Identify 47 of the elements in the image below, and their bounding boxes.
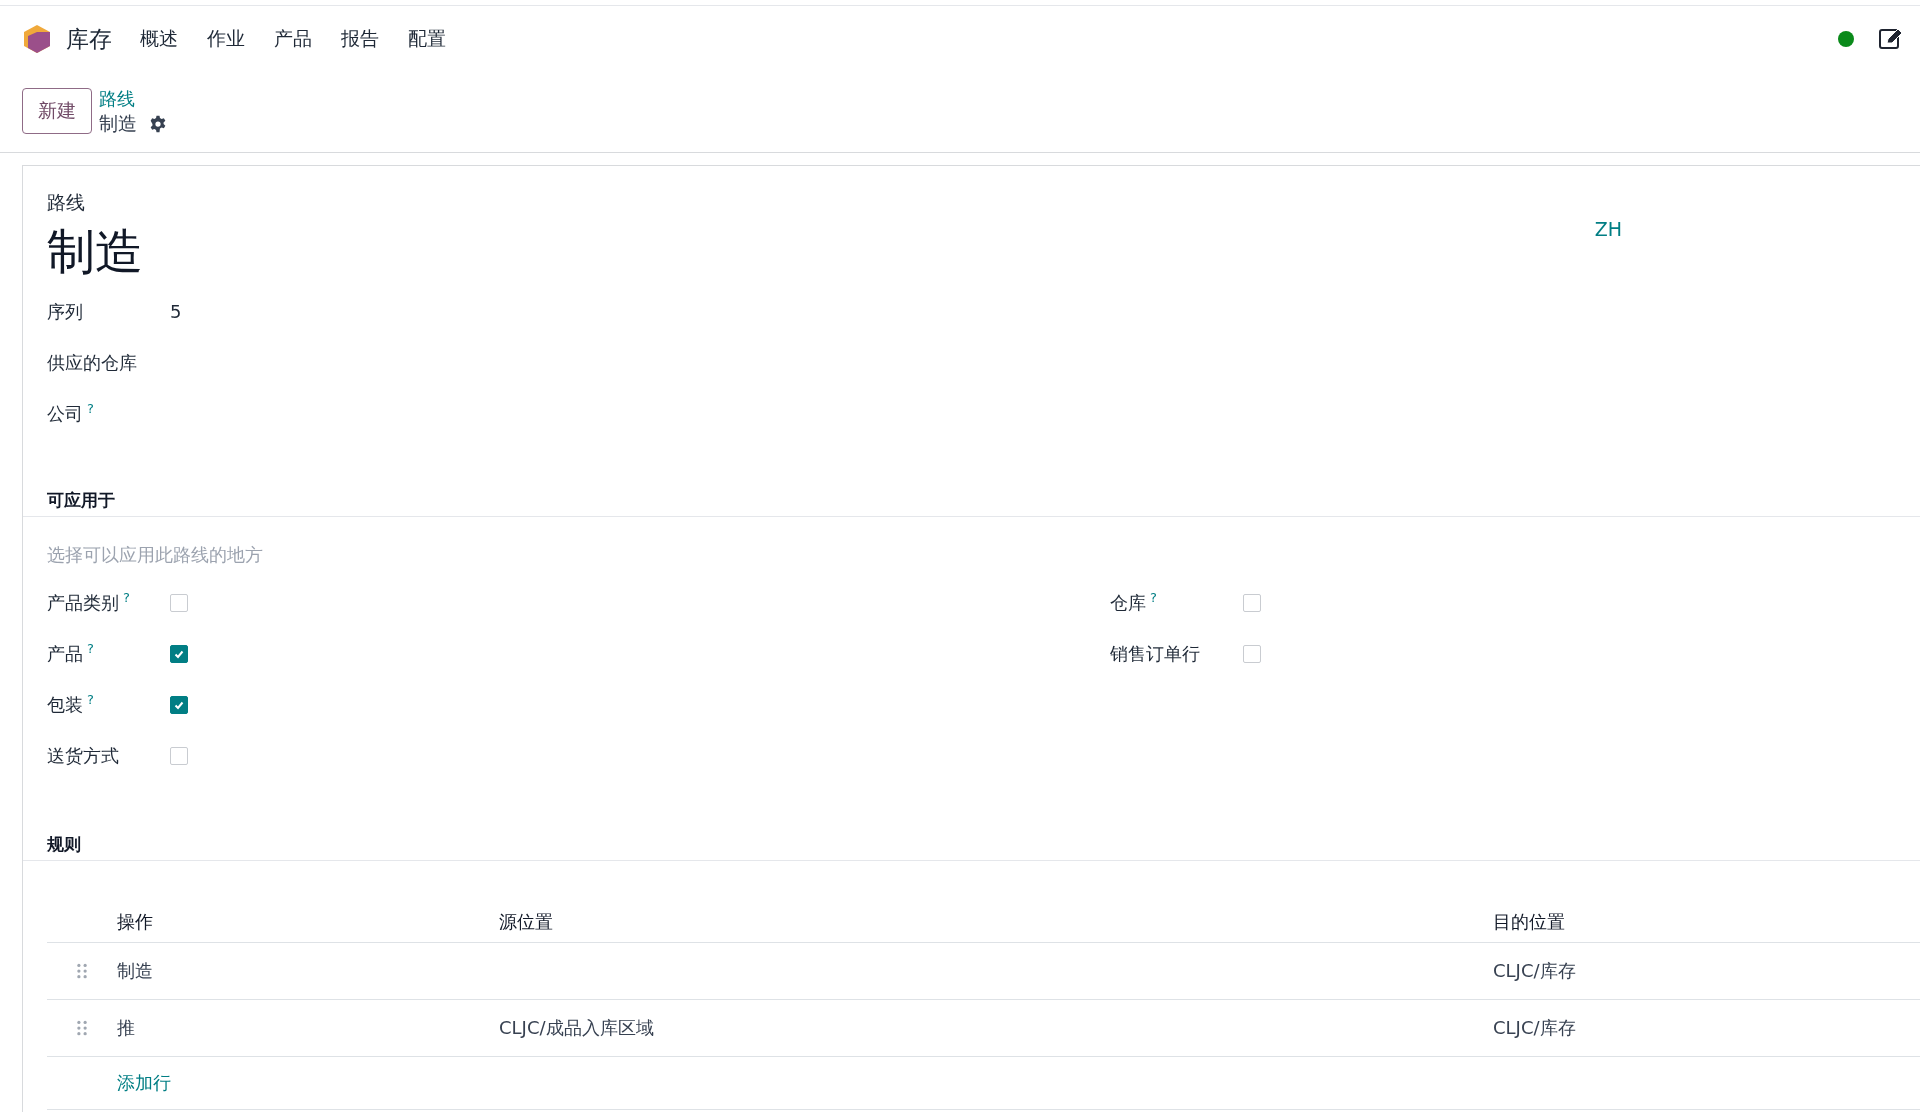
field-label: 供应的仓库 bbox=[47, 350, 137, 375]
drag-handle-icon[interactable] bbox=[77, 963, 87, 979]
drag-handle-icon[interactable] bbox=[77, 1020, 87, 1036]
table-cell: 制造 bbox=[117, 960, 153, 981]
help-tooltip[interactable]: ? bbox=[87, 641, 94, 655]
help-tooltip[interactable]: ? bbox=[1150, 590, 1157, 604]
table-cell: CLJC/成品入库区域 bbox=[499, 1017, 654, 1038]
new-button[interactable]: 新建 bbox=[22, 88, 92, 134]
record-name: 制造 bbox=[99, 111, 137, 136]
table-cell: CLJC/库存 bbox=[1493, 1017, 1576, 1038]
section-title: 可应用于 bbox=[23, 489, 1920, 517]
edit-icon[interactable] bbox=[1878, 27, 1904, 51]
menu-item[interactable]: 概述 bbox=[140, 26, 178, 52]
checkbox-label: 销售订单行 bbox=[1110, 641, 1200, 666]
table-cell: 推 bbox=[117, 1017, 135, 1038]
checkbox-label: 产品 bbox=[47, 641, 83, 666]
record-type-label: 路线 bbox=[47, 190, 86, 215]
section-hint: 选择可以应用此路线的地方 bbox=[46, 543, 264, 567]
language-link[interactable]: ZH bbox=[1594, 218, 1622, 286]
field-value[interactable]: 5 bbox=[170, 301, 182, 322]
help-tooltip[interactable]: ? bbox=[87, 692, 94, 706]
column-header[interactable]: 操作 bbox=[117, 910, 499, 934]
app-name[interactable]: 库存 bbox=[66, 23, 112, 55]
checkbox-label: 送货方式 bbox=[47, 743, 119, 768]
column-header[interactable]: 源位置 bbox=[499, 910, 1493, 934]
status-dot bbox=[1838, 31, 1854, 47]
menu-item[interactable]: 产品 bbox=[274, 26, 312, 52]
menu-item[interactable]: 配置 bbox=[408, 26, 446, 52]
checkbox-label: 产品类别 bbox=[47, 590, 119, 615]
column-header[interactable]: 目的位置 bbox=[1493, 910, 1920, 934]
checkbox[interactable] bbox=[170, 644, 188, 663]
add-line-link[interactable]: 添加行 bbox=[117, 1071, 171, 1095]
settings-icon[interactable] bbox=[149, 114, 167, 133]
help-tooltip[interactable]: ? bbox=[87, 401, 94, 415]
checkbox-label: 仓库 bbox=[1110, 590, 1146, 615]
field-label: 序列 bbox=[47, 299, 83, 324]
app-logo-icon[interactable] bbox=[22, 24, 52, 54]
checkbox[interactable] bbox=[170, 695, 188, 714]
menu-item[interactable]: 报告 bbox=[341, 26, 379, 52]
checkbox-label: 包装 bbox=[47, 692, 83, 717]
table-cell: CLJC/库存 bbox=[1493, 960, 1576, 981]
menu-item[interactable]: 作业 bbox=[207, 26, 245, 52]
section-title: 规则 bbox=[23, 833, 1920, 861]
help-tooltip[interactable]: ? bbox=[123, 590, 130, 604]
field-label: 公司 bbox=[47, 401, 83, 426]
breadcrumb-link[interactable]: 路线 bbox=[99, 86, 167, 111]
record-title: 制造 bbox=[47, 222, 143, 281]
